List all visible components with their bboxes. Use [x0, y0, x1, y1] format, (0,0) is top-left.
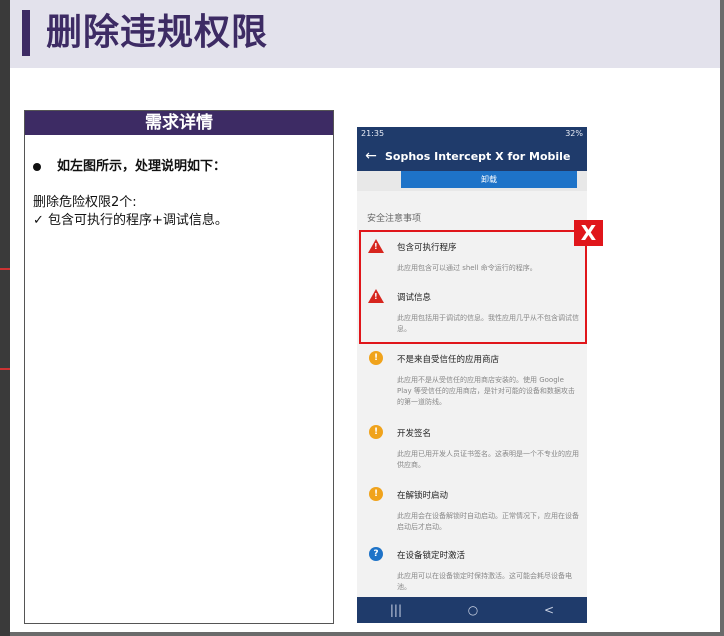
strip-mark	[0, 268, 10, 270]
status-time: 21:35	[361, 129, 385, 138]
item-title: 不是来自受信任的应用商店	[397, 355, 500, 365]
item-desc: 此应用已用开发人员证书签名。这表明是一个不专业的应用供应商。	[397, 450, 579, 469]
permission-detail: ✓ 包含可执行的程序+调试信息。	[33, 213, 228, 228]
item-desc: 此应用不是从受信任的应用商店安装的。使用 Google Play 等受信任的应用…	[397, 376, 575, 406]
item-title: 开发签名	[397, 429, 432, 439]
alert-icon: !	[369, 425, 383, 439]
item-desc: 此应用会在设备解锁时自动启动。正常情况下，应用在设备启动后才启动。	[397, 512, 579, 531]
title-accent	[22, 10, 30, 56]
back-button[interactable]: <	[544, 603, 554, 617]
title-bar: 删除违规权限	[10, 0, 720, 68]
uninstall-row: 卸载	[357, 171, 587, 191]
question-icon: ?	[369, 547, 383, 561]
recent-apps-button[interactable]: |||	[390, 603, 402, 617]
uninstall-button[interactable]: 卸载	[401, 171, 577, 188]
phone-screenshot: 21:35 32% ← Sophos Intercept X for Mobil…	[357, 127, 587, 623]
nav-bar: ||| ○ <	[357, 597, 587, 623]
item-title: 在设备锁定时激活	[397, 551, 466, 561]
alert-icon: !	[369, 487, 383, 501]
x-badge: X	[574, 220, 603, 246]
page-title: 删除违规权限	[46, 12, 269, 53]
strip-mark	[0, 368, 10, 370]
background-strip	[0, 0, 10, 636]
home-button[interactable]: ○	[468, 603, 478, 617]
bullet-icon	[33, 162, 41, 171]
app-title: Sophos Intercept X for Mobile	[385, 149, 571, 163]
bullet-line: 如左图所示，处理说明如下：	[33, 155, 226, 174]
panel-header: 需求详情	[25, 111, 333, 135]
status-battery: 32%	[565, 129, 583, 138]
item-desc: 此应用可以在设备锁定时保持激活。这可能会耗尽设备电池。	[397, 572, 572, 591]
highlight-box	[359, 230, 587, 344]
app-bar: ← Sophos Intercept X for Mobile	[357, 141, 587, 171]
alert-icon: !	[369, 351, 383, 365]
section-title: 安全注意事项	[367, 214, 422, 224]
item-title: 在解锁时启动	[397, 491, 449, 501]
back-arrow-icon[interactable]: ←	[357, 148, 385, 164]
bullet-text: 如左图所示，处理说明如下：	[57, 159, 227, 174]
status-bar: 21:35 32%	[357, 127, 587, 141]
details-panel: 需求详情 如左图所示，处理说明如下： 删除危险权限2个: ✓ 包含可执行的程序+…	[24, 110, 334, 624]
permission-count: 删除危险权限2个:	[33, 195, 137, 210]
